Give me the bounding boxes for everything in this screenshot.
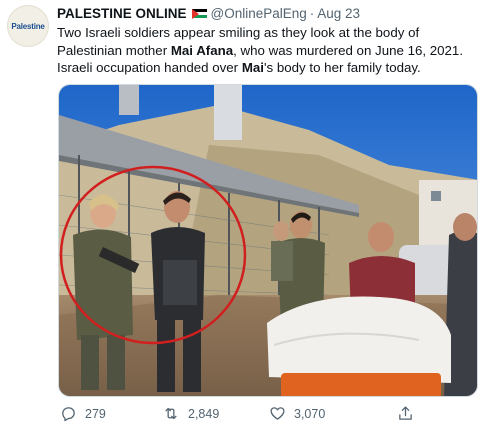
palestine-flag-icon bbox=[191, 8, 207, 19]
tweet-photo[interactable] bbox=[58, 84, 478, 397]
reply-button[interactable]: 279 bbox=[60, 405, 106, 422]
retweet-button[interactable]: 2,849 bbox=[162, 405, 219, 422]
avatar[interactable]: Palestine bbox=[7, 5, 49, 47]
reply-icon bbox=[62, 407, 75, 422]
photo-illustration bbox=[59, 85, 477, 396]
tweet-header: PALESTINE ONLINE @OnlinePalEng · Aug 23 bbox=[57, 6, 360, 21]
heart-icon bbox=[270, 407, 285, 420]
tweet-text-part3: Israeli occupation handed over bbox=[57, 60, 242, 75]
tweet-text: Two Israeli soldiers appear smiling as t… bbox=[57, 24, 477, 77]
reply-count: 279 bbox=[85, 406, 106, 421]
like-button[interactable]: 3,070 bbox=[269, 405, 325, 422]
retweet-icon bbox=[165, 407, 177, 420]
separator-dot: · bbox=[309, 6, 315, 21]
tweet-text-bold-mai: Mai bbox=[241, 60, 264, 75]
avatar-logo-text: Palestine bbox=[11, 21, 45, 31]
tweet-text-part2: , who was murdered on June 16, 2021. bbox=[233, 42, 464, 58]
tweet-text-part4: 's body to her family today. bbox=[263, 60, 421, 75]
share-button[interactable] bbox=[397, 405, 422, 422]
author-name[interactable]: PALESTINE ONLINE bbox=[57, 6, 187, 21]
share-icon bbox=[399, 406, 412, 420]
tweet-date[interactable]: Aug 23 bbox=[317, 6, 360, 21]
tweet-text-bold-name: Mai Afana bbox=[170, 42, 234, 58]
tweet-actions: 279 2,849 3,070 bbox=[58, 405, 478, 425]
like-count: 3,070 bbox=[294, 406, 326, 421]
author-handle[interactable]: @OnlinePalEng bbox=[211, 6, 307, 21]
retweet-count: 2,849 bbox=[188, 406, 220, 421]
